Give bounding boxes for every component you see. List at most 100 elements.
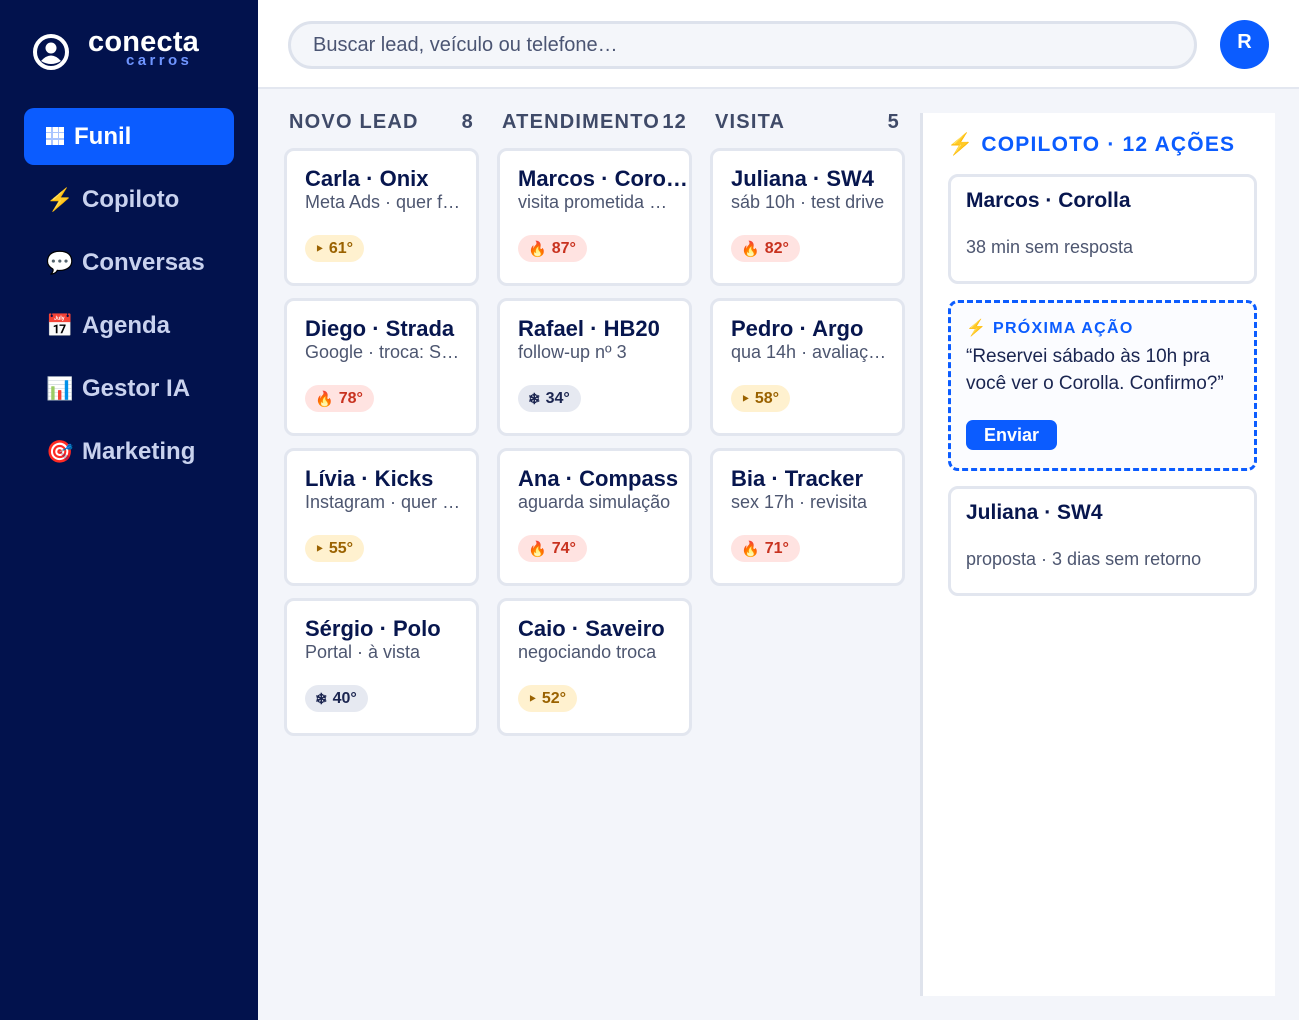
target-icon: 🎯 <box>46 438 74 464</box>
column-count: 5 <box>887 111 900 133</box>
lead-card-subtitle: follow-up nº 3 <box>518 342 627 362</box>
lead-card-title: Sérgio · Polo <box>305 616 441 641</box>
fire-icon: 🔥 <box>528 540 547 558</box>
lead-card[interactable]: Juliana · SW4 sáb 10h · test drive 🔥 82° <box>710 148 905 286</box>
copilot-card-name: Marcos · Corolla <box>966 189 1131 212</box>
column-count: 12 <box>662 111 687 133</box>
warm-icon: ‣ <box>741 390 750 408</box>
fire-icon: 🔥 <box>741 540 760 558</box>
column-count: 8 <box>461 111 474 133</box>
lead-card[interactable]: Caio · Saveiro negociando troca ‣ 52° <box>497 598 692 736</box>
column-header: VISITA 5 <box>710 108 905 136</box>
copilot-card-detail: 38 min sem resposta <box>966 237 1134 257</box>
copilot-card[interactable]: Marcos · Corolla 38 min sem resposta <box>948 174 1257 284</box>
sidebar-item-label: Marketing <box>82 437 196 465</box>
lead-card-subtitle: sáb 10h · test drive <box>731 192 885 212</box>
next-action-card: ⚡ PRÓXIMA AÇÃO “Reservei sábado às 10h p… <box>948 300 1257 471</box>
sidebar-item-label: Conversas <box>82 248 205 276</box>
column-novo-lead: NOVO LEAD 8 Carla · Onix Meta Ads · quer… <box>284 108 479 736</box>
sidebar-item-label: Copiloto <box>82 185 180 213</box>
search-input[interactable] <box>288 21 1197 69</box>
sidebar-item-conversas[interactable]: 💬 Conversas <box>24 234 234 291</box>
avatar[interactable]: R <box>1220 20 1269 69</box>
copilot-title: ⚡ COPILOTO · 12 AÇÕES <box>947 133 1235 157</box>
lead-card-subtitle: sex 17h · revisita <box>731 492 868 512</box>
temperature-badge: ‣ 55° <box>305 535 365 562</box>
sidebar-item-copiloto[interactable]: ⚡ Copiloto <box>24 171 234 228</box>
column-title: VISITA <box>715 111 786 133</box>
temperature-badge: 🔥 82° <box>731 235 800 262</box>
temperature-badge: ❄ 34° <box>518 385 581 412</box>
lead-card-subtitle: Instagram · quer test drive <box>305 492 461 512</box>
lead-card-title: Marcos · Corolla <box>518 166 688 191</box>
temperature-badge: ❄ 40° <box>305 685 368 712</box>
sidebar-item-label: Agenda <box>82 311 171 339</box>
snowflake-icon: ❄ <box>315 690 328 708</box>
lightning-icon: ⚡ <box>46 186 74 212</box>
lead-card[interactable]: Rafael · HB20 follow-up nº 3 ❄ 34° <box>497 298 692 436</box>
copilot-title-text: COPILOTO · 12 AÇÕES <box>981 133 1236 156</box>
snowflake-icon: ❄ <box>528 390 541 408</box>
temperature-badge: 🔥 87° <box>518 235 587 262</box>
lead-card-title: Caio · Saveiro <box>518 616 665 641</box>
sidebar-item-marketing[interactable]: 🎯 Marketing <box>24 423 234 480</box>
lead-card-subtitle: Portal · à vista <box>305 642 421 662</box>
column-header: ATENDIMENTO 12 <box>497 108 692 136</box>
warm-icon: ‣ <box>315 240 324 258</box>
lead-card-title: Diego · Strada <box>305 316 455 341</box>
sidebar-item-funil[interactable]: Funil <box>24 108 234 165</box>
lead-card[interactable]: Lívia · Kicks Instagram · quer test driv… <box>284 448 479 586</box>
lead-card-subtitle: negociando troca <box>518 642 657 662</box>
temperature-badge: 🔥 71° <box>731 535 800 562</box>
lead-card-title: Lívia · Kicks <box>305 466 434 491</box>
logo[interactable]: conecta carros <box>32 26 232 74</box>
lead-card-title: Pedro · Argo <box>731 316 864 341</box>
lead-card-title: Juliana · SW4 <box>731 166 875 191</box>
warm-icon: ‣ <box>528 690 537 708</box>
sidebar-nav: Funil ⚡ Copiloto 💬 Conversas 📅 Agenda 📊 … <box>24 108 234 486</box>
lead-card[interactable]: Carla · Onix Meta Ads · quer financiar ‣… <box>284 148 479 286</box>
copilot-card[interactable]: Juliana · SW4 proposta · 3 dias sem reto… <box>948 486 1257 596</box>
copilot-card-detail: proposta · 3 dias sem retorno <box>966 549 1202 569</box>
lead-card-subtitle: qua 14h · avaliação <box>731 342 887 362</box>
fire-icon: 🔥 <box>528 240 547 258</box>
column-header: NOVO LEAD 8 <box>284 108 479 136</box>
sidebar-item-gestor-ia[interactable]: 📊 Gestor IA <box>24 360 234 417</box>
lead-card[interactable]: Sérgio · Polo Portal · à vista ❄ 40° <box>284 598 479 736</box>
lightning-icon: ⚡ <box>947 133 975 156</box>
send-button[interactable]: Enviar <box>966 420 1058 450</box>
lead-card[interactable]: Ana · Compass aguarda simulação 🔥 74° <box>497 448 692 586</box>
lead-card-subtitle: Meta Ads · quer financiar <box>305 192 461 212</box>
lead-card-title: Bia · Tracker <box>731 466 864 491</box>
lead-card[interactable]: Diego · Strada Google · troca: Saveiro 🔥… <box>284 298 479 436</box>
temperature-badge: ‣ 61° <box>305 235 365 262</box>
top-bar: R <box>258 0 1299 89</box>
column-visita: VISITA 5 Juliana · SW4 sáb 10h · test dr… <box>710 108 905 586</box>
chat-bubble-icon: 💬 <box>46 249 74 275</box>
bar-chart-icon: 📊 <box>46 375 74 401</box>
grid-icon <box>46 124 66 150</box>
lead-card-subtitle: visita prometida sábado <box>518 192 674 212</box>
column-atendimento: ATENDIMENTO 12 Marcos · Corolla visita p… <box>497 108 692 736</box>
lead-card-title: Ana · Compass <box>518 466 679 491</box>
sidebar-item-agenda[interactable]: 📅 Agenda <box>24 297 234 354</box>
column-title: ATENDIMENTO <box>502 111 661 133</box>
sidebar-item-label: Gestor IA <box>82 374 191 402</box>
warm-icon: ‣ <box>315 540 324 558</box>
lead-card[interactable]: Marcos · Corolla visita prometida sábado… <box>497 148 692 286</box>
fire-icon: 🔥 <box>741 240 760 258</box>
fire-icon: 🔥 <box>315 390 334 408</box>
user-circle-icon <box>33 34 69 70</box>
sidebar-item-label: Funil <box>74 122 132 150</box>
sidebar: conecta carros Funil ⚡ Copiloto 💬 Conver… <box>0 0 258 1020</box>
next-action-label: ⚡ PRÓXIMA AÇÃO <box>966 320 1134 337</box>
lead-card[interactable]: Pedro · Argo qua 14h · avaliação ‣ 58° <box>710 298 905 436</box>
lead-card-title: Carla · Onix <box>305 166 429 191</box>
lead-card-subtitle: Google · troca: Saveiro <box>305 342 461 362</box>
calendar-icon: 📅 <box>46 312 74 338</box>
temperature-badge: ‣ 52° <box>518 685 578 712</box>
lead-card[interactable]: Bia · Tracker sex 17h · revisita 🔥 71° <box>710 448 905 586</box>
logo-sub-text: carros <box>126 52 193 69</box>
lead-card-title: Rafael · HB20 <box>518 316 660 341</box>
lead-card-subtitle: aguarda simulação <box>518 492 671 512</box>
